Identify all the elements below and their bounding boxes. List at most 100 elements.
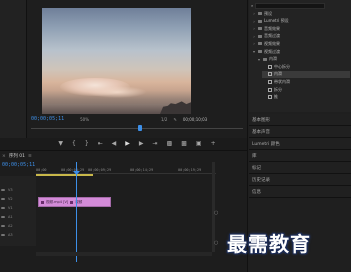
clip-label: 视频.mp4 [V] <box>46 199 69 204</box>
tree-item-label: 音频效果 <box>264 25 280 31</box>
panel-header[interactable]: 库 <box>249 150 351 162</box>
vertical-scrollbar[interactable] <box>212 162 215 252</box>
panel-header[interactable]: 信息 <box>249 186 351 198</box>
tree-effect-item[interactable]: 内滑 <box>262 70 350 78</box>
eye-icon[interactable] <box>1 206 5 210</box>
insert-icon[interactable]: ▩ <box>167 141 173 147</box>
tree-item-label: 拆分 <box>274 86 282 92</box>
horizontal-scrollbar[interactable] <box>36 252 212 256</box>
tree-item-label: 内滑 <box>274 71 282 77</box>
chevron-right-icon[interactable]: › <box>252 11 256 16</box>
eye-icon[interactable] <box>1 188 5 192</box>
scrub-playhead[interactable] <box>138 125 142 131</box>
camera-icon[interactable]: ▣ <box>196 141 202 147</box>
search-icon: ⌕ <box>251 3 254 8</box>
chevron-right-icon[interactable]: › <box>252 34 256 39</box>
mark-in-icon[interactable]: { <box>72 141 76 147</box>
track-header[interactable]: A2 <box>1 222 35 230</box>
add-button-icon[interactable]: + <box>211 141 216 147</box>
panel-header[interactable]: 标记 <box>249 162 351 174</box>
cloud-image-part <box>87 86 147 98</box>
mark-out-icon[interactable]: } <box>85 141 89 147</box>
tree-effect-item[interactable]: 中心拆分 <box>262 63 350 70</box>
ruler-tick-label: 00;00;04;29 <box>61 168 85 172</box>
work-area-bar[interactable] <box>36 174 93 176</box>
play-icon[interactable]: ▶ <box>125 141 130 147</box>
chevron-right-icon[interactable]: › <box>252 19 256 24</box>
tree-item-label: 预设 <box>264 10 272 16</box>
wrench-icon[interactable]: ✎ <box>173 117 176 122</box>
panel-header[interactable]: 基本声音 <box>249 126 351 138</box>
tree-folder-item[interactable]: ▾ 内滑 <box>257 56 350 63</box>
playhead-timecode[interactable]: 00;00;05;11 <box>31 116 64 122</box>
tree-effect-item[interactable]: 拆分 <box>262 86 350 93</box>
track-label: A2 <box>8 224 13 228</box>
zoom-icon[interactable]: ○ <box>214 210 220 216</box>
timeline-ruler[interactable]: 00;00 00;00;04;29 00;00;09;29 00;00;14;29 00… <box>36 160 216 174</box>
chevron-right-icon[interactable]: › <box>252 41 256 46</box>
monitor-toolbar: 00;00;05;11 50% 1/2 ✎ 00;00;10;03 <box>27 114 247 124</box>
go-to-out-icon[interactable]: ⇥ <box>153 141 158 147</box>
timeline-clip[interactable]: 视频.mp4 [V] 视频 <box>38 197 111 207</box>
video-preview[interactable] <box>42 8 191 114</box>
tree-effect-item[interactable]: 带状内滑 <box>262 78 350 85</box>
track-header[interactable]: A1 <box>1 213 35 221</box>
effect-icon <box>268 64 272 69</box>
effects-search-row: ⌕ <box>249 2 351 9</box>
tree-folder-item[interactable]: › 音频过渡 <box>252 33 350 40</box>
panel-header[interactable]: 历史记录 <box>249 174 351 186</box>
ruler-tick-label: 00;00 <box>36 168 47 172</box>
watermark-logo: 最需教育 <box>227 232 311 256</box>
step-forward-icon[interactable]: ▶ <box>139 141 144 147</box>
tree-folder-item[interactable]: › 视频效果 <box>252 40 350 47</box>
zoom-select[interactable]: 50% <box>80 117 89 122</box>
speaker-icon[interactable] <box>1 233 5 237</box>
effect-icon <box>268 79 272 84</box>
sequence-tab-label: 序列 01 <box>8 154 25 159</box>
tree-item-label: 内滑 <box>269 56 277 62</box>
tree-folder-item[interactable]: › 预设 <box>252 10 350 17</box>
speaker-icon[interactable] <box>1 224 5 228</box>
duration-timecode: 00;00;10;03 <box>182 116 208 122</box>
marker-icon[interactable]: ▼ <box>58 141 63 147</box>
step-back-icon[interactable]: ◀ <box>112 141 117 147</box>
chevron-right-icon[interactable]: › <box>252 26 256 31</box>
folder-icon <box>258 42 262 46</box>
zoom-icon[interactable]: ○ <box>214 240 220 246</box>
close-icon[interactable]: × <box>2 154 6 159</box>
folder-icon <box>258 12 262 15</box>
track-header[interactable]: V3 <box>1 186 35 194</box>
tree-folder-item[interactable]: › 音频效果 <box>252 25 350 32</box>
track-label: V2 <box>8 197 13 201</box>
panel-header[interactable]: Lumetri 颜色 <box>249 138 351 150</box>
timeline-timecode[interactable]: 00;00;05;11 <box>2 162 35 168</box>
speaker-icon[interactable] <box>1 215 5 219</box>
folder-icon <box>258 19 262 23</box>
timeline-playhead-line[interactable] <box>76 162 77 262</box>
fx-badge-icon <box>41 200 44 204</box>
tree-effect-item[interactable]: 推 <box>262 94 350 101</box>
ruler-tick-label: 00;00;19;29 <box>178 168 202 172</box>
menu-icon[interactable]: ≡ <box>28 154 32 159</box>
chevron-down-icon[interactable]: ▾ <box>257 57 261 62</box>
timeline-tab[interactable]: × 序列 01 ≡ <box>2 152 32 160</box>
folder-icon <box>258 50 262 53</box>
panel-header[interactable]: 基本图形 <box>249 114 351 126</box>
chevron-down-icon[interactable]: ▾ <box>252 49 256 54</box>
track-header[interactable]: A3 <box>1 231 35 239</box>
tree-folder-item[interactable]: ▾ 视频过渡 <box>252 48 350 55</box>
tree-folder-item[interactable]: › Lumetri 预设 <box>252 18 350 25</box>
track-header[interactable]: V2 <box>1 195 35 203</box>
tree-item-label: 推 <box>274 94 278 100</box>
overwrite-icon[interactable]: ▩ <box>181 141 187 147</box>
eye-icon[interactable] <box>1 197 5 201</box>
resolution-select[interactable]: 1/2 <box>161 117 167 122</box>
effects-search-input[interactable] <box>255 2 326 9</box>
track-label: V1 <box>8 206 13 210</box>
fx-badge-icon <box>70 200 74 204</box>
effect-icon <box>268 95 272 100</box>
track-header[interactable]: V1 <box>1 204 35 212</box>
go-to-in-icon[interactable]: ⇤ <box>98 141 103 147</box>
effect-icon <box>268 87 272 92</box>
monitor-scrubber[interactable] <box>27 124 247 134</box>
